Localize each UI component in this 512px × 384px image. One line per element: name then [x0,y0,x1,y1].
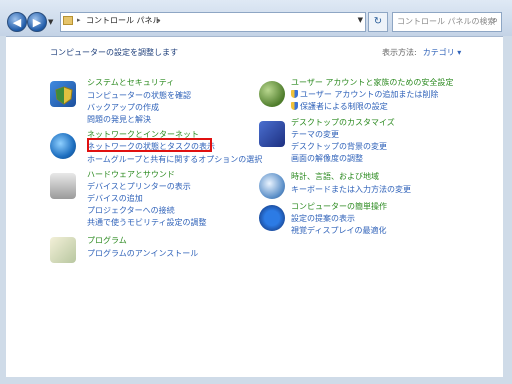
view-by-label: 表示方法: [382,48,417,57]
category-clock-region[interactable]: 時計、言語、および地域 [291,171,379,182]
link-add-remove-accounts[interactable]: ユーザー アカウントの追加または削除 [291,89,438,100]
view-by-dropdown[interactable]: カテゴリ ▾ [423,48,462,57]
address-dropdown-icon[interactable]: ▼ [358,16,363,24]
highlight-box [87,138,212,152]
search-box[interactable]: コントロール パネルの検索 ⌕ [392,12,502,32]
link-devices-printers[interactable]: デバイスとプリンターの表示 [87,181,191,192]
system-security-icon[interactable] [50,81,76,107]
breadcrumb-separator-icon[interactable]: ▸ [77,16,81,24]
control-panel-folder-icon [63,16,73,25]
link-parental-controls[interactable]: 保護者による制限の設定 [291,101,388,112]
link-add-remove-accounts-label: ユーザー アカウントの追加または削除 [300,90,439,99]
link-optimize-display[interactable]: 視覚ディスプレイの最適化 [291,225,386,236]
category-desktop-customize[interactable]: デスクトップのカスタマイズ [291,117,395,128]
view-by: 表示方法: カテゴリ ▾ [382,47,461,58]
link-check-computer-status[interactable]: コンピューターの状態を確認 [87,90,191,101]
link-homegroup-sharing[interactable]: ホームグループと共有に関するオプションの選択 [87,154,262,165]
link-change-theme[interactable]: テーマの変更 [291,129,339,140]
title-bar: ◀ ▶ ▼ ▸ コントロール パネル ▸ ▼ ↻ コントロール パネルの検索 ⌕ [0,0,512,36]
link-parental-controls-label: 保護者による制限の設定 [300,102,388,111]
link-suggested-settings[interactable]: 設定の提案の表示 [291,213,355,224]
ease-of-access-icon[interactable] [259,205,285,231]
search-icon[interactable]: ⌕ [492,15,498,26]
history-dropdown-icon[interactable]: ▼ [48,16,58,28]
content-pane: コンピューターの設定を調整します 表示方法: カテゴリ ▾ システムとセキュリティ… [6,36,503,378]
link-add-device[interactable]: デバイスの追加 [87,193,143,204]
refresh-button[interactable]: ↻ [368,12,388,32]
network-icon[interactable] [50,133,76,159]
address-bar[interactable]: ▸ コントロール パネル ▸ ▼ [60,12,366,32]
link-uninstall-program[interactable]: プログラムのアンインストール [87,248,198,259]
link-adjust-resolution[interactable]: 画面の解像度の調整 [291,153,363,164]
category-ease-of-access[interactable]: コンピューターの簡単操作 [291,201,387,212]
category-hardware-sound[interactable]: ハードウェアとサウンド [87,169,175,180]
clock-region-icon[interactable] [259,173,285,199]
link-create-backup[interactable]: バックアップの作成 [87,102,159,113]
uac-shield-icon [291,90,298,98]
category-user-accounts[interactable]: ユーザー アカウントと家族のための安全設定 [291,77,453,88]
desktop-customize-icon[interactable] [259,121,285,147]
back-arrow-icon: ◀ [12,15,22,29]
user-accounts-icon[interactable] [259,81,285,107]
category-programs[interactable]: プログラム [87,235,127,246]
search-input[interactable]: コントロール パネルの検索 [397,16,496,27]
system-security-icon-graphic [55,86,73,105]
link-troubleshoot[interactable]: 問題の発見と解決 [87,114,151,125]
forward-button[interactable]: ▶ [27,12,47,32]
hardware-sound-icon[interactable] [50,173,76,199]
refresh-icon: ↻ [373,16,383,27]
breadcrumb-control-panel[interactable]: コントロール パネル [86,15,161,26]
page-title: コンピューターの設定を調整します [50,48,178,57]
link-connect-projector[interactable]: プロジェクターへの接続 [87,205,175,216]
uac-shield-icon [291,102,298,110]
window-bottom-border [0,377,512,384]
back-button[interactable]: ◀ [7,12,27,32]
control-panel-window: ◀ ▶ ▼ ▸ コントロール パネル ▸ ▼ ↻ コントロール パネルの検索 ⌕… [0,0,512,384]
category-system-security[interactable]: システムとセキュリティ [87,77,174,88]
link-mobility-settings[interactable]: 共通で使うモビリティ設定の調整 [87,217,207,228]
programs-icon[interactable] [50,237,76,263]
breadcrumb-separator-icon[interactable]: ▸ [157,16,161,24]
link-change-keyboard[interactable]: キーボードまたは入力方法の変更 [291,184,411,195]
forward-arrow-icon: ▶ [32,15,42,29]
link-change-background[interactable]: デスクトップの背景の変更 [291,141,387,152]
